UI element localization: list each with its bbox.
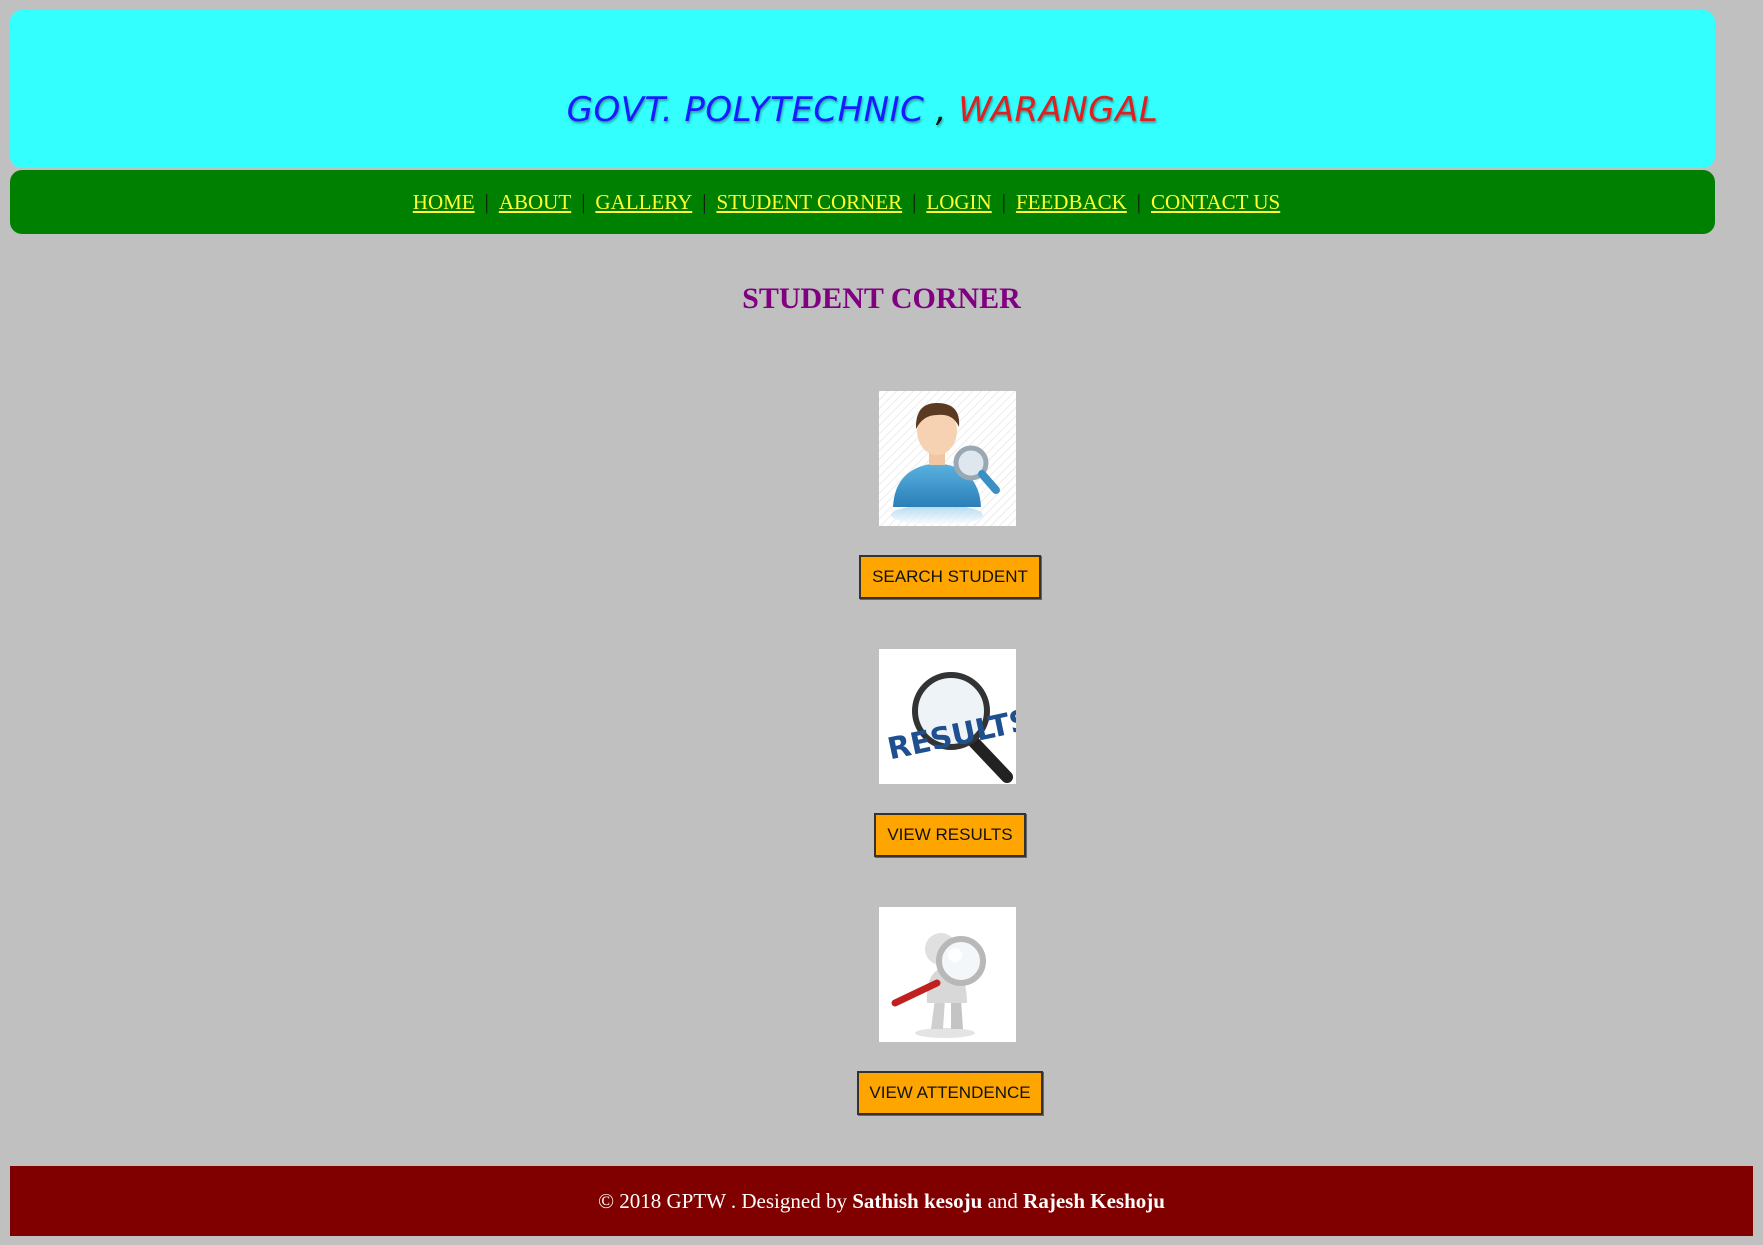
site-title-city: WARANGAL bbox=[958, 90, 1159, 130]
site-title-separator: , bbox=[924, 90, 959, 130]
site-header: GOVT. POLYTECHNIC , WARANGAL bbox=[10, 10, 1715, 168]
nav-list: HOME | ABOUT | GALLERY | STUDENT CORNER … bbox=[413, 190, 1280, 215]
view-results-button[interactable]: VIEW RESULTS bbox=[874, 813, 1026, 857]
figure-magnifier-icon bbox=[879, 907, 1016, 1042]
nav-contact-us-link[interactable]: CONTACT US bbox=[1151, 190, 1280, 215]
site-title-name: GOVT. POLYTECHNIC bbox=[566, 90, 925, 130]
person-search-icon bbox=[879, 391, 1016, 526]
nav-feedback-link[interactable]: FEEDBACK bbox=[1016, 190, 1127, 215]
site-footer: © 2018 GPTW . Designed by Sathish kesoju… bbox=[10, 1166, 1753, 1236]
nav-separator: | bbox=[484, 189, 489, 214]
nav-separator: | bbox=[912, 189, 917, 214]
page-title: STUDENT CORNER bbox=[742, 282, 1021, 315]
nav-separator: | bbox=[581, 189, 586, 214]
results-magnifier-icon: RESULTS bbox=[879, 649, 1016, 784]
site-title: GOVT. POLYTECHNIC , WARANGAL bbox=[10, 90, 1715, 130]
footer-designer-1: Sathish kesoju bbox=[852, 1188, 983, 1213]
main-nav: HOME | ABOUT | GALLERY | STUDENT CORNER … bbox=[10, 170, 1715, 234]
nav-login-link[interactable]: LOGIN bbox=[926, 190, 991, 215]
nav-home-link[interactable]: HOME bbox=[413, 190, 475, 215]
nav-separator: | bbox=[1136, 189, 1142, 214]
nav-separator: | bbox=[1001, 189, 1006, 214]
footer-designer-2: Rajesh Keshoju bbox=[1023, 1188, 1165, 1213]
footer-copyright: © 2018 GPTW . Designed by bbox=[598, 1188, 847, 1213]
nav-about-link[interactable]: ABOUT bbox=[499, 190, 571, 215]
nav-gallery-link[interactable]: GALLERY bbox=[595, 190, 692, 215]
view-attendance-button[interactable]: VIEW ATTENDENCE bbox=[857, 1071, 1043, 1115]
nav-student-corner-link[interactable]: STUDENT CORNER bbox=[716, 190, 902, 215]
footer-and: and bbox=[987, 1188, 1018, 1213]
search-student-button[interactable]: SEARCH STUDENT bbox=[859, 555, 1041, 599]
nav-separator: | bbox=[702, 189, 707, 214]
